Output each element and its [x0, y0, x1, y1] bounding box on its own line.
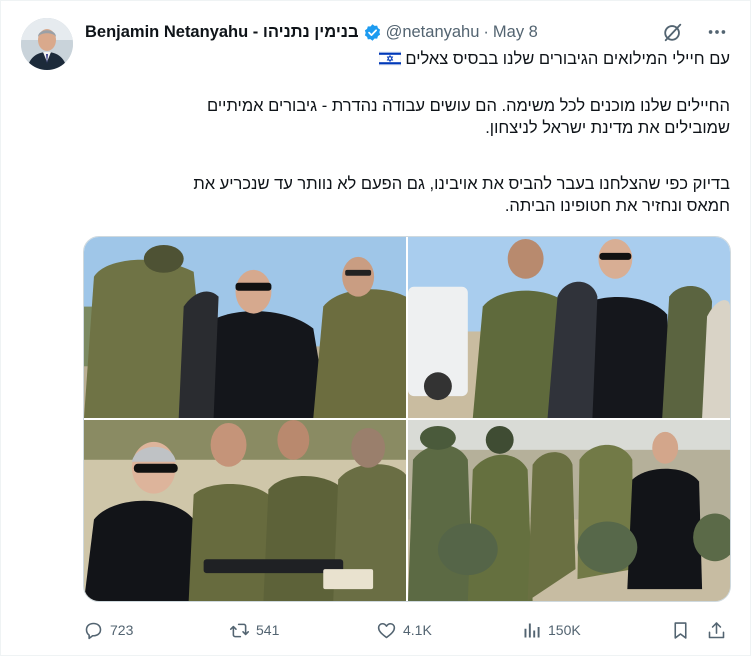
share-button[interactable]: [706, 615, 727, 645]
tweet-text-line: חמאס ונחזיר את חטופינו הביתה.: [504, 197, 730, 215]
heart-icon: [377, 622, 396, 638]
header-actions: [658, 17, 732, 47]
avatar[interactable]: [21, 18, 73, 70]
media-photo-1[interactable]: [84, 237, 406, 418]
display-name[interactable]: Benjamin Netanyahu - בנימין נתניהו: [85, 23, 359, 42]
views-icon: [524, 623, 540, 637]
bookmark-button[interactable]: [670, 615, 691, 645]
verified-badge-icon: [363, 23, 382, 42]
media-photo-3[interactable]: [84, 420, 406, 601]
grok-icon: [664, 23, 682, 42]
tweet-text-line: בדיוק כפי שהצלחנו בעבר להביס את אויבינו,…: [193, 175, 730, 193]
tweet-date[interactable]: May 8: [493, 23, 538, 42]
more-button[interactable]: [702, 17, 732, 47]
tweet-paragraph-2: החיילים שלנו מוכנים לכל משימה. הם עושים …: [84, 95, 730, 139]
tweet-paragraph-3: בדיוק כפי שהצלחנו בעבר להביס את אויבינו,…: [84, 173, 730, 217]
more-icon: [708, 30, 726, 34]
media-grid: [83, 236, 731, 602]
tweet-text-line1: עם חיילי המילואים הגיבורים שלנו בבסיס צא…: [84, 48, 730, 70]
tweet-header: Benjamin Netanyahu - בנימין נתניהו @neta…: [85, 21, 538, 43]
reply-count: 723: [110, 622, 134, 638]
media-photo-2[interactable]: [408, 237, 730, 418]
tweet-text-line: החיילים שלנו מוכנים לכל משימה. הם עושים …: [207, 97, 730, 115]
tweet-text-line: שמובילים את מדינת ישראל לניצחון.: [485, 119, 730, 137]
media-photo-4[interactable]: [408, 420, 730, 601]
bookmark-icon: [674, 621, 687, 639]
like-count: 4.1K: [403, 622, 432, 638]
tweet-card: Benjamin Netanyahu - בנימין נתניהו @neta…: [0, 0, 751, 656]
repost-button[interactable]: 541: [229, 615, 279, 645]
tweet-actions: 723 541 4.1K 150K: [81, 615, 733, 645]
reply-icon: [85, 622, 102, 639]
handle[interactable]: @netanyahu: [386, 23, 480, 42]
reply-button[interactable]: 723: [83, 615, 133, 645]
israel-flag-icon: [378, 50, 402, 67]
separator-dot: ·: [483, 22, 489, 41]
avatar-photo: [21, 18, 73, 70]
grok-button[interactable]: [658, 17, 688, 47]
repost-count: 541: [256, 622, 280, 638]
share-icon: [708, 621, 725, 638]
like-button[interactable]: 4.1K: [376, 615, 432, 645]
views-button[interactable]: 150K: [521, 615, 581, 645]
views-count: 150K: [548, 622, 581, 638]
repost-icon: [229, 623, 250, 637]
tweet-text-heading: עם חיילי המילואים הגיבורים שלנו בבסיס צא…: [405, 50, 730, 68]
